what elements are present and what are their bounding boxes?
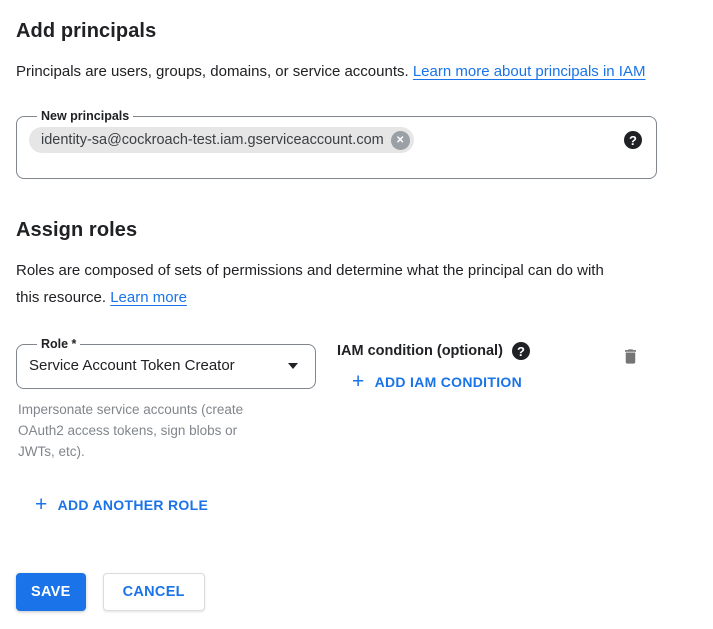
role-description: Impersonate service accounts (create OAu… — [18, 399, 274, 462]
roles-description: Roles are composed of sets of permission… — [16, 257, 628, 311]
role-select[interactable]: Role * Service Account Token Creator — [16, 337, 316, 389]
add-iam-condition-label: ADD IAM CONDITION — [375, 374, 522, 390]
principals-description: Principals are users, groups, domains, o… — [16, 58, 664, 85]
role-column: Role * Service Account Token Creator Imp… — [16, 337, 316, 462]
iam-condition-help-glyph: ? — [517, 344, 525, 359]
principals-description-text: Principals are users, groups, domains, o… — [16, 63, 413, 80]
role-row: Role * Service Account Token Creator Imp… — [16, 337, 697, 462]
role-select-value-row[interactable]: Service Account Token Creator — [29, 353, 303, 374]
cancel-button[interactable]: CANCEL — [103, 573, 205, 611]
chip-remove-glyph: ✕ — [396, 135, 404, 146]
learn-more-roles-link[interactable]: Learn more — [110, 289, 187, 306]
iam-condition-label: IAM condition (optional) — [337, 343, 503, 359]
assign-roles-title: Assign roles — [16, 219, 697, 242]
add-another-role-button[interactable]: + ADD ANOTHER ROLE — [35, 496, 208, 514]
iam-condition-label-row: IAM condition (optional) ? — [337, 342, 530, 360]
dropdown-arrow-icon — [288, 363, 298, 369]
learn-more-principals-link[interactable]: Learn more about principals in IAM — [413, 63, 646, 80]
add-principals-panel: Add principals Principals are users, gro… — [0, 0, 713, 627]
plus-icon: + — [352, 373, 365, 391]
iam-condition-help-icon[interactable]: ? — [512, 342, 530, 360]
delete-role-button[interactable] — [621, 346, 640, 367]
chip-remove-icon[interactable]: ✕ — [391, 131, 410, 150]
new-principals-field[interactable]: New principals identity-sa@cockroach-tes… — [16, 109, 657, 179]
add-another-role-label: ADD ANOTHER ROLE — [58, 497, 209, 513]
trash-icon — [621, 346, 640, 367]
principal-chip-text: identity-sa@cockroach-test.iam.gservicea… — [41, 132, 384, 148]
roles-description-text: Roles are composed of sets of permission… — [16, 262, 604, 306]
action-buttons: SAVE CANCEL — [16, 573, 697, 611]
new-principals-label: New principals — [37, 109, 133, 123]
add-another-role-row: + ADD ANOTHER ROLE — [35, 496, 697, 516]
principals-help-glyph: ? — [629, 133, 637, 148]
save-button[interactable]: SAVE — [16, 573, 86, 611]
principal-chip: identity-sa@cockroach-test.iam.gservicea… — [29, 127, 414, 153]
role-label: Role * — [37, 337, 80, 351]
role-selected-value: Service Account Token Creator — [29, 357, 235, 374]
iam-condition-column: IAM condition (optional) ? + ADD IAM CON… — [337, 337, 530, 393]
add-iam-condition-button[interactable]: + ADD IAM CONDITION — [352, 373, 522, 391]
principals-help-icon[interactable]: ? — [624, 131, 642, 149]
new-principals-input-area[interactable]: identity-sa@cockroach-test.iam.gservicea… — [29, 125, 644, 153]
plus-icon: + — [35, 496, 48, 514]
page-title: Add principals — [16, 20, 697, 43]
